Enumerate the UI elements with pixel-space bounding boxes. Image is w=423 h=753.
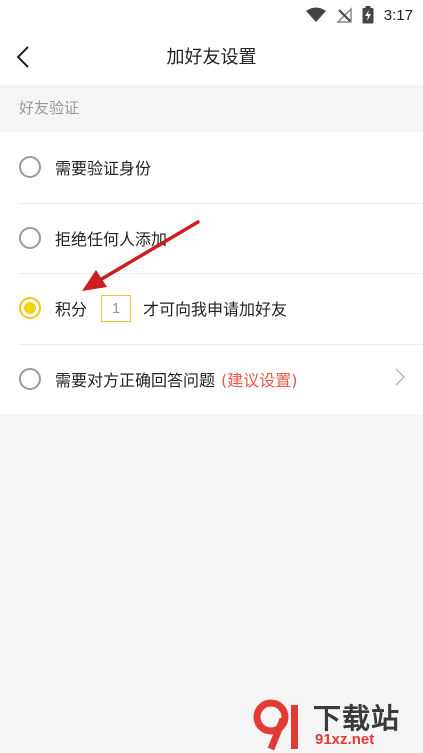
option-verify-identity[interactable]: 需要验证身份 — [0, 132, 423, 203]
option-label: 拒绝任何人添加 — [55, 229, 168, 249]
chevron-right-icon[interactable] — [395, 367, 405, 386]
radio-reject-all[interactable] — [19, 226, 41, 249]
wifi-icon — [305, 7, 326, 22]
battery-charging-icon — [362, 6, 374, 24]
points-input[interactable] — [101, 294, 132, 322]
section-header-friend-verification: 好友验证 — [0, 85, 423, 132]
watermark: 下载站 91xz.net — [249, 697, 419, 751]
page-title: 加好友设置 — [166, 47, 257, 68]
option-answer-question[interactable]: 需要对方正确回答问题 (建议设置) — [0, 343, 423, 415]
option-label: 需要验证身份 — [55, 159, 152, 179]
status-bar: 3:17 — [0, 0, 423, 30]
option-points[interactable]: 积分 才可向我申请加好友 — [0, 273, 423, 344]
option-points-prefix: 积分 — [55, 300, 88, 320]
radio-checked-dot — [24, 302, 36, 315]
option-hint: (建议设置) — [221, 370, 298, 390]
radio-verify-identity[interactable] — [19, 156, 41, 179]
watermark-logo — [253, 699, 298, 751]
header: 加好友设置 — [0, 30, 423, 85]
watermark-sub-text: 91xz.net — [315, 731, 375, 748]
status-time: 3:17 — [383, 6, 413, 24]
option-reject-all[interactable]: 拒绝任何人添加 — [0, 202, 423, 274]
radio-points[interactable] — [19, 297, 41, 320]
radio-answer-question[interactable] — [19, 367, 41, 390]
option-label: 需要对方正确回答问题 — [55, 370, 216, 390]
verification-options: 需要验证身份 拒绝任何人添加 积分 才可向我申请加好友 需要对方正确回答问题 (… — [0, 132, 423, 414]
option-points-suffix: 才可向我申请加好友 — [143, 300, 288, 320]
no-signal-icon — [335, 7, 352, 23]
